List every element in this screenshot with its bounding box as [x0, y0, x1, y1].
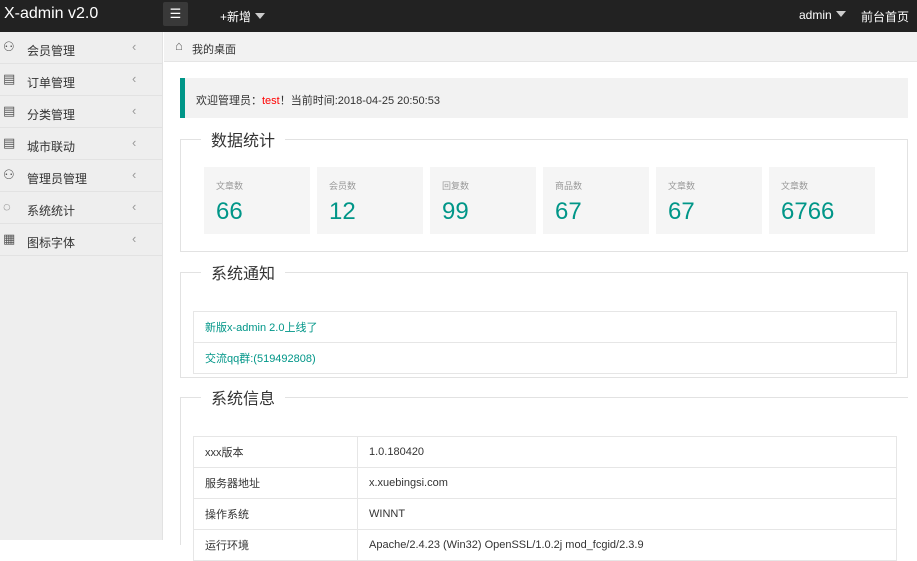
- sidebar-item-stats[interactable]: ◌ 系统统计 ‹: [0, 192, 162, 224]
- caret-down-icon: [255, 13, 266, 19]
- sidebar-item-label: 管理员管理: [27, 172, 88, 186]
- table-row: xxx版本 1.0.180420: [193, 436, 897, 468]
- info-key: 服务器地址: [193, 467, 358, 499]
- info-value: Apache/2.4.23 (Win32) OpenSSL/1.0.2j mod…: [357, 529, 897, 561]
- table-row: 服务器地址 x.xuebingsi.com: [193, 467, 897, 499]
- grid-icon: ▦: [3, 231, 16, 246]
- stat-label: 文章数: [668, 181, 696, 191]
- add-new-label: +新增: [220, 10, 252, 24]
- user-dropdown[interactable]: admin: [799, 8, 846, 22]
- stats-icon: ◌: [3, 199, 11, 214]
- frontend-home-link[interactable]: 前台首页: [861, 8, 909, 25]
- welcome-time: ！当前时间:2018-04-25 20:50:53: [279, 95, 440, 107]
- sidebar-item-members[interactable]: ⚇ 会员管理 ‹: [0, 32, 162, 64]
- info-key: 操作系统: [193, 498, 358, 530]
- notice-link[interactable]: 新版x-admin 2.0上线了: [205, 322, 317, 334]
- order-icon: ▤: [3, 71, 16, 86]
- caret-down-icon: [835, 11, 846, 17]
- stat-card[interactable]: 文章数 66: [204, 167, 310, 234]
- stat-card[interactable]: 文章数 6766: [769, 167, 875, 234]
- section-title: 数据统计: [211, 133, 276, 150]
- sidebar-item-label: 分类管理: [27, 108, 76, 122]
- table-row: 新版x-admin 2.0上线了: [193, 311, 897, 343]
- info-value: x.xuebingsi.com: [357, 467, 897, 499]
- stat-value: 99: [442, 198, 469, 225]
- table-row: 运行环境 Apache/2.4.23 (Win32) OpenSSL/1.0.2j…: [193, 529, 897, 561]
- info-key: xxx版本: [193, 436, 358, 468]
- stat-label: 回复数: [442, 181, 470, 191]
- notice-link[interactable]: 交流qq群:(519492808): [205, 353, 316, 365]
- info-value: WINNT: [357, 498, 897, 530]
- stat-label: 文章数: [216, 181, 244, 191]
- home-icon: ⌂: [175, 38, 183, 53]
- menu-toggle-button[interactable]: ☰: [163, 2, 188, 26]
- stat-card[interactable]: 商品数 67: [543, 167, 649, 234]
- sidebar-item-city[interactable]: ▤ 城市联动 ‹: [0, 128, 162, 160]
- chevron-left-icon: ‹: [132, 135, 137, 150]
- welcome-prefix: 欢迎管理员：: [196, 95, 262, 107]
- stat-label: 会员数: [329, 181, 357, 191]
- chevron-left-icon: ‹: [132, 103, 137, 118]
- chevron-left-icon: ‹: [132, 199, 137, 214]
- table-row: 操作系统 WINNT: [193, 498, 897, 530]
- welcome-message: 欢迎管理员：test！当前时间:2018-04-25 20:50:53: [180, 78, 908, 118]
- stat-card[interactable]: 文章数 67: [656, 167, 762, 234]
- stat-value: 6766: [781, 198, 835, 225]
- table-row: 交流qq群:(519492808): [193, 342, 897, 374]
- admin-icon: ⚇: [3, 167, 15, 182]
- city-icon: ▤: [3, 135, 16, 150]
- welcome-user: test: [262, 95, 280, 107]
- chevron-left-icon: ‹: [132, 71, 137, 86]
- stat-label: 文章数: [781, 181, 809, 191]
- sidebar-item-label: 城市联动: [27, 140, 76, 154]
- notice-table: 新版x-admin 2.0上线了 交流qq群:(519492808): [193, 311, 897, 374]
- category-icon: ▤: [3, 103, 16, 118]
- user-name: admin: [799, 8, 832, 22]
- sidebar-item-categories[interactable]: ▤ 分类管理 ‹: [0, 96, 162, 128]
- stat-value: 12: [329, 198, 356, 225]
- sidebar-item-label: 订单管理: [27, 76, 76, 90]
- user-icon: ⚇: [3, 39, 15, 54]
- stat-value: 67: [555, 198, 582, 225]
- logo[interactable]: X-admin v2.0: [4, 5, 98, 23]
- stat-value: 66: [216, 198, 243, 225]
- breadcrumb-tab-desktop[interactable]: 我的桌面: [192, 41, 236, 57]
- top-bar: X-admin v2.0 ☰ +新增 admin 前台首页: [0, 0, 917, 32]
- info-key: 运行环境: [193, 529, 358, 561]
- sidebar-item-orders[interactable]: ▤ 订单管理 ‹: [0, 64, 162, 96]
- sidebar: ⚇ 会员管理 ‹ ▤ 订单管理 ‹ ▤ 分类管理 ‹ ▤ 城市联动 ‹ ⚇ 管理员管理 ‹ ◌ 系统统…: [0, 32, 163, 540]
- chevron-left-icon: ‹: [132, 167, 137, 182]
- sidebar-item-label: 系统统计: [27, 204, 76, 218]
- system-info-table: xxx版本 1.0.180420 服务器地址 x.xuebingsi.com 操作系…: [193, 436, 897, 561]
- breadcrumb: ⌂ 我的桌面: [164, 32, 917, 62]
- stat-label: 商品数: [555, 181, 583, 191]
- sidebar-item-label: 图标字体: [27, 236, 76, 250]
- section-title: 系统信息: [211, 391, 276, 408]
- stat-card[interactable]: 回复数 99: [430, 167, 536, 234]
- sidebar-item-admins[interactable]: ⚇ 管理员管理 ‹: [0, 160, 162, 192]
- system-info-section: 系统信息 xxx版本 1.0.180420 服务器地址 x.xuebingsi.co…: [180, 385, 908, 561]
- stat-card[interactable]: 会员数 12: [317, 167, 423, 234]
- section-title: 系统通知: [211, 266, 276, 283]
- stats-section: 数据统计 文章数 66 会员数 12 回复数 99 商品数 67 文章数 67 文章数 67…: [180, 127, 908, 252]
- menu-icon: ☰: [169, 6, 182, 21]
- info-value: 1.0.180420: [357, 436, 897, 468]
- stat-value: 67: [668, 198, 695, 225]
- notice-section: 系统通知 新版x-admin 2.0上线了 交流qq群:(519492808): [180, 260, 908, 378]
- add-new-dropdown[interactable]: +新增: [220, 8, 266, 25]
- chevron-left-icon: ‹: [132, 39, 137, 54]
- chevron-left-icon: ‹: [132, 231, 137, 246]
- sidebar-item-icons[interactable]: ▦ 图标字体 ‹: [0, 224, 162, 256]
- sidebar-item-label: 会员管理: [27, 44, 76, 58]
